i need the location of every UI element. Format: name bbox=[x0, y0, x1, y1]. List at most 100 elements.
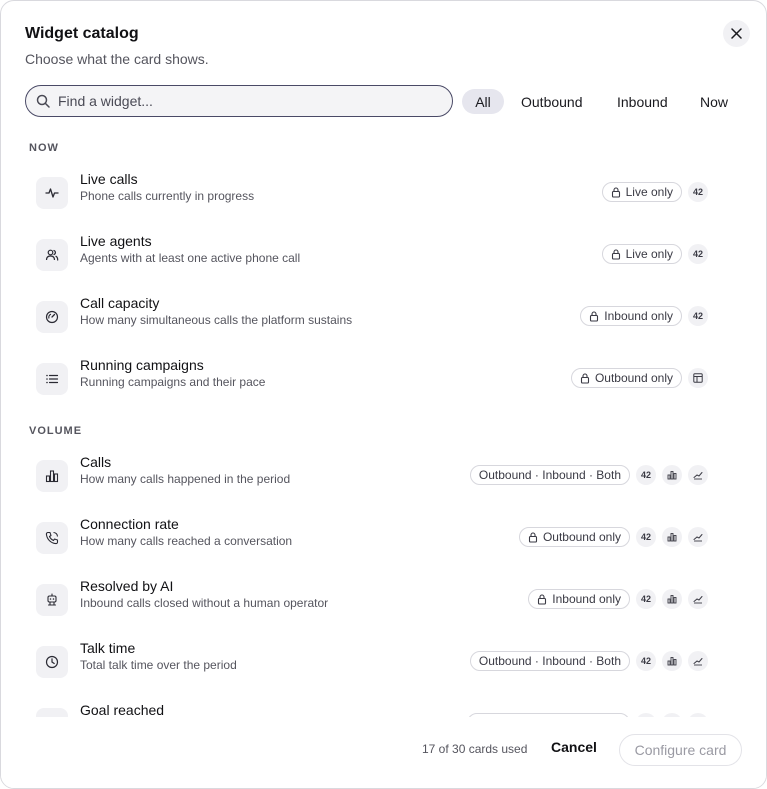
scope-tag: Outbound only bbox=[518, 527, 630, 547]
number-format-badge: 42 bbox=[636, 651, 656, 671]
scope-tag-label: Inbound only bbox=[552, 592, 621, 606]
number-format-badge: 42 bbox=[636, 589, 656, 609]
configure-card-button[interactable]: Configure card bbox=[619, 734, 742, 766]
lock-icon bbox=[611, 248, 621, 260]
widget-icon-tile bbox=[36, 301, 68, 333]
dialog-footer: 17 of 30 cards used Cancel Configure car… bbox=[1, 717, 766, 788]
number-format-badge: 42 bbox=[688, 244, 708, 264]
table-icon bbox=[693, 373, 703, 383]
widget-description: Total talk time over the period bbox=[80, 658, 237, 672]
scope-tag-label: Inbound only bbox=[604, 309, 673, 323]
line-format-badge bbox=[688, 589, 708, 609]
phone-icon bbox=[45, 531, 59, 545]
widget-row[interactable]: Running campaigns Running campaigns and … bbox=[25, 357, 745, 419]
widget-name: Call capacity bbox=[80, 295, 160, 311]
scope-tag-label: Live only bbox=[625, 247, 673, 261]
widget-description: Running campaigns and their pace bbox=[80, 375, 266, 389]
widget-name: Talk time bbox=[80, 640, 136, 656]
widget-icon-tile bbox=[36, 646, 68, 678]
scope-tag: Inbound only bbox=[528, 589, 630, 609]
scope-tag: Outbound · Inbound · Both bbox=[469, 651, 630, 671]
search-icon bbox=[36, 94, 50, 108]
widget-name: Connection rate bbox=[80, 516, 179, 532]
line-chart-icon bbox=[693, 656, 703, 666]
lock-icon bbox=[528, 531, 538, 543]
search-input[interactable] bbox=[58, 93, 438, 109]
scope-tag: Inbound only bbox=[580, 306, 682, 326]
activity-icon bbox=[45, 186, 59, 200]
number-format-badge: 42 bbox=[636, 527, 656, 547]
widget-row[interactable]: Call capacity How many simultaneous call… bbox=[25, 295, 745, 357]
widget-name: Live agents bbox=[80, 233, 152, 249]
widget-row[interactable]: Calls How many calls happened in the per… bbox=[25, 454, 745, 516]
widget-description: Inbound calls closed without a human ope… bbox=[80, 596, 329, 610]
number-format-badge: 42 bbox=[688, 182, 708, 202]
widget-description: Agents with at least one active phone ca… bbox=[80, 251, 301, 265]
list-icon bbox=[45, 372, 59, 386]
widget-row[interactable]: Talk time Total talk time over the perio… bbox=[25, 640, 745, 702]
close-icon bbox=[731, 28, 742, 39]
widget-row[interactable]: Resolved by AI Inbound calls closed with… bbox=[25, 578, 745, 640]
widget-description: How many simultaneous calls the platform… bbox=[80, 313, 353, 327]
widget-description: How many calls reached a conversation bbox=[80, 534, 293, 548]
widget-list[interactable]: NOW Live calls Phone calls currently in … bbox=[1, 129, 766, 717]
widget-catalog-dialog: Widget catalog Choose what the card show… bbox=[0, 0, 767, 789]
table-format-badge bbox=[688, 368, 708, 388]
scope-tag-label: Live only bbox=[625, 185, 673, 199]
widget-icon-tile bbox=[36, 239, 68, 271]
bar-chart-icon bbox=[667, 594, 677, 604]
line-chart-icon bbox=[693, 532, 703, 542]
close-button[interactable] bbox=[723, 20, 750, 47]
bar-chart-icon bbox=[667, 470, 677, 480]
filter-inbound[interactable]: Inbound bbox=[607, 89, 678, 114]
lock-icon bbox=[580, 372, 590, 384]
bar-format-badge bbox=[662, 527, 682, 547]
gauge-icon bbox=[45, 310, 59, 324]
bar-format-badge bbox=[662, 465, 682, 485]
dialog-subtitle: Choose what the card shows. bbox=[25, 51, 209, 67]
section-label-now: NOW bbox=[29, 142, 59, 154]
filter-outbound[interactable]: Outbound bbox=[511, 89, 593, 114]
line-format-badge bbox=[688, 651, 708, 671]
widget-row[interactable]: Live calls Phone calls currently in prog… bbox=[25, 171, 745, 233]
scope-tag-label: Outbound only bbox=[594, 371, 673, 385]
scope-tag-label: Outbound · Inbound · Both bbox=[478, 468, 621, 482]
widget-row[interactable]: Live agents Agents with at least one act… bbox=[25, 233, 745, 295]
widget-icon-tile bbox=[36, 584, 68, 616]
widget-row[interactable]: Connection rate How many calls reached a… bbox=[25, 516, 745, 578]
users-icon bbox=[45, 248, 59, 262]
line-chart-icon bbox=[693, 594, 703, 604]
widget-name: Calls bbox=[80, 454, 112, 470]
number-format-badge: 42 bbox=[636, 465, 656, 485]
bar-chart-icon bbox=[45, 469, 59, 483]
bar-chart-icon bbox=[667, 532, 677, 542]
scope-tag: Live only bbox=[601, 244, 682, 264]
search-box[interactable] bbox=[25, 85, 453, 117]
lock-icon bbox=[611, 186, 621, 198]
widget-icon-tile bbox=[36, 177, 68, 209]
widget-row[interactable]: Goal reached bbox=[25, 702, 745, 717]
bar-format-badge bbox=[662, 589, 682, 609]
lock-icon bbox=[589, 310, 599, 322]
widget-name: Goal reached bbox=[80, 702, 165, 717]
widget-icon-tile bbox=[36, 522, 68, 554]
cancel-button[interactable]: Cancel bbox=[551, 739, 597, 755]
scope-tag: Outbound only bbox=[570, 368, 682, 388]
filter-all[interactable]: All bbox=[462, 89, 504, 114]
widget-icon-tile bbox=[36, 460, 68, 492]
widget-name: Resolved by AI bbox=[80, 578, 174, 594]
section-label-volume: VOLUME bbox=[29, 425, 83, 437]
line-chart-icon bbox=[693, 470, 703, 480]
widget-description: Phone calls currently in progress bbox=[80, 189, 255, 203]
scope-tag-label: Outbound · Inbound · Both bbox=[478, 654, 621, 668]
widget-name: Live calls bbox=[80, 171, 138, 187]
scope-tag-label: Outbound only bbox=[542, 530, 621, 544]
usage-counter: 17 of 30 cards used bbox=[422, 742, 528, 756]
line-format-badge bbox=[688, 527, 708, 547]
filter-now[interactable]: Now bbox=[690, 89, 738, 114]
clock-icon bbox=[45, 655, 59, 669]
scope-tag: Live only bbox=[601, 182, 682, 202]
number-format-badge: 42 bbox=[688, 306, 708, 326]
widget-description: How many calls happened in the period bbox=[80, 472, 291, 486]
dialog-title: Widget catalog bbox=[25, 25, 139, 42]
